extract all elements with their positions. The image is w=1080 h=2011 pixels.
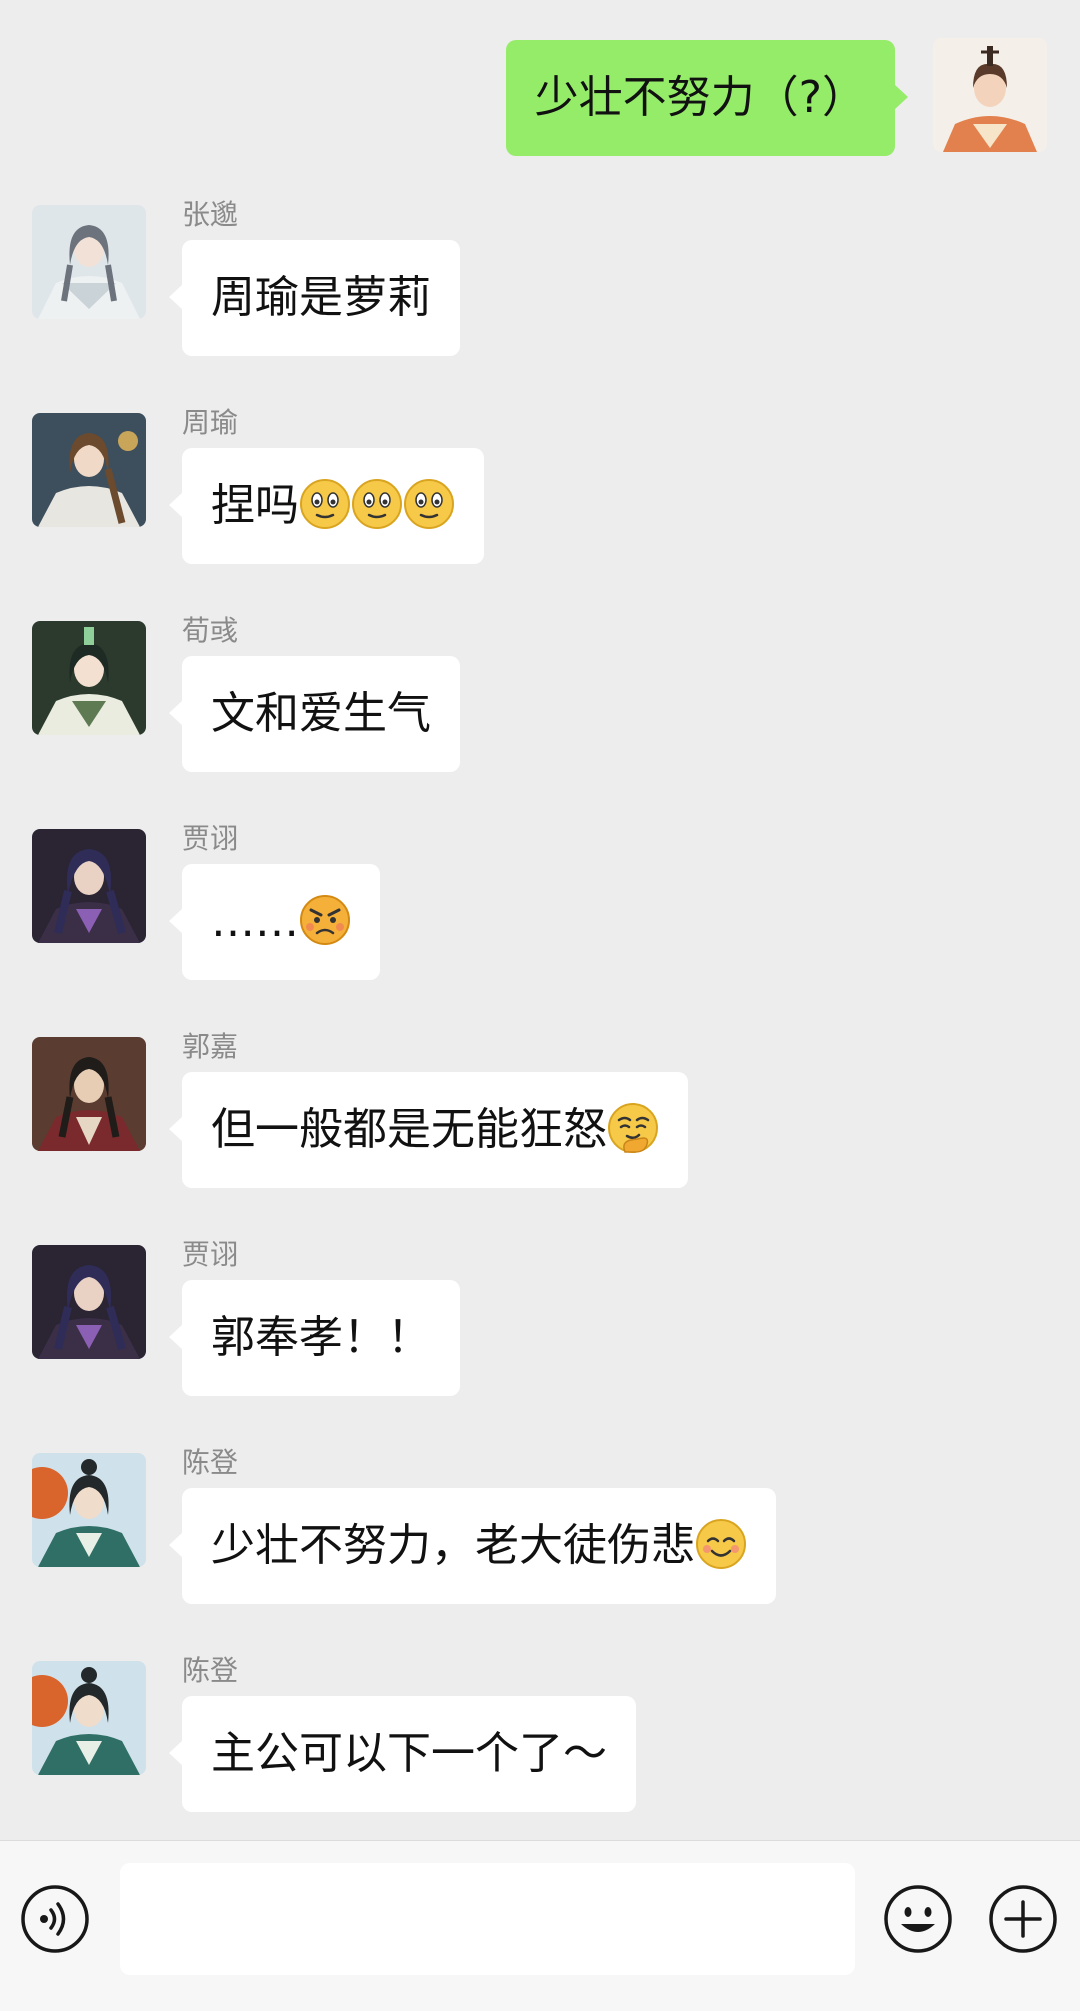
message-row-incoming: 荀彧 文和爱生气: [0, 614, 1080, 778]
message-row-incoming: 贾诩 郭奉孝！！: [0, 1238, 1080, 1402]
message-bubble[interactable]: 但一般都是无能狂怒: [169, 1072, 688, 1188]
sender-name: 荀彧: [182, 614, 239, 647]
voice-button[interactable]: [20, 1884, 90, 1954]
message-text: 少壮不努力，老大徒伤悲: [211, 1520, 695, 1571]
message-row-incoming: 张邈 周瑜是萝莉: [0, 198, 1080, 362]
my-avatar[interactable]: [933, 38, 1047, 152]
plus-icon: [989, 1885, 1057, 1953]
avatar[interactable]: [32, 1245, 146, 1359]
avatar[interactable]: [32, 829, 146, 943]
sender-name: 郭嘉: [182, 1030, 239, 1063]
sender-name: 陈登: [182, 1446, 239, 1479]
message-text: 少壮不努力（?）: [534, 72, 866, 123]
avatar[interactable]: [32, 1661, 146, 1775]
message-text: 但一般都是无能狂怒: [211, 1104, 607, 1155]
input-bar: [0, 1840, 1080, 2011]
blush-emoji-icon: [696, 1519, 746, 1569]
message-text: 主公可以下一个了～: [211, 1728, 607, 1779]
avatar[interactable]: [32, 413, 146, 527]
sender-name: 陈登: [182, 1654, 239, 1687]
emoji-icon: [884, 1885, 952, 1953]
message-bubble[interactable]: 郭奉孝！！: [169, 1280, 460, 1396]
message-bubble[interactable]: ……: [169, 864, 380, 980]
message-row-incoming: 陈登 主公可以下一个了～: [0, 1654, 1080, 1818]
avatar[interactable]: [32, 1453, 146, 1567]
message-bubble[interactable]: 主公可以下一个了～: [169, 1696, 636, 1812]
angry-emoji-icon: [300, 895, 350, 945]
slight-smile-emoji-icon: [404, 479, 454, 529]
message-bubble[interactable]: 捏吗: [169, 448, 484, 564]
avatar[interactable]: [32, 621, 146, 735]
smirk-hand-emoji-icon: [608, 1103, 658, 1153]
message-row-incoming: 周瑜 捏吗: [0, 406, 1080, 570]
message-row-outgoing: 少壮不努力（?）: [0, 38, 1080, 158]
emoji-button[interactable]: [883, 1884, 953, 1954]
message-row-incoming: 陈登 少壮不努力，老大徒伤悲: [0, 1446, 1080, 1610]
message-row-incoming: 郭嘉 但一般都是无能狂怒: [0, 1030, 1080, 1194]
message-input[interactable]: [120, 1863, 855, 1975]
voice-icon: [21, 1885, 89, 1953]
slight-smile-emoji-icon: [300, 479, 350, 529]
sender-name: 贾诩: [182, 822, 239, 855]
chat-area[interactable]: 少壮不努力（?） 张邈 周瑜是萝莉 周瑜 捏吗 荀彧 文和爱生气 贾诩 …… 郭…: [0, 0, 1080, 1840]
message-text: 郭奉孝！！: [211, 1312, 431, 1363]
sender-name: 张邈: [182, 198, 239, 231]
message-bubble[interactable]: 周瑜是萝莉: [169, 240, 460, 356]
avatar[interactable]: [32, 205, 146, 319]
message-text: ……: [211, 896, 299, 947]
plus-button[interactable]: [988, 1884, 1058, 1954]
sender-name: 周瑜: [182, 406, 239, 439]
avatar[interactable]: [32, 1037, 146, 1151]
message-text: 捏吗: [211, 480, 299, 531]
message-text: 文和爱生气: [211, 688, 431, 739]
message-bubble[interactable]: 少壮不努力（?）: [505, 40, 909, 156]
message-bubble[interactable]: 少壮不努力，老大徒伤悲: [169, 1488, 776, 1604]
sender-name: 贾诩: [182, 1238, 239, 1271]
message-row-incoming: 贾诩 ……: [0, 822, 1080, 986]
slight-smile-emoji-icon: [352, 479, 402, 529]
message-text: 周瑜是萝莉: [211, 272, 431, 323]
message-bubble[interactable]: 文和爱生气: [169, 656, 460, 772]
